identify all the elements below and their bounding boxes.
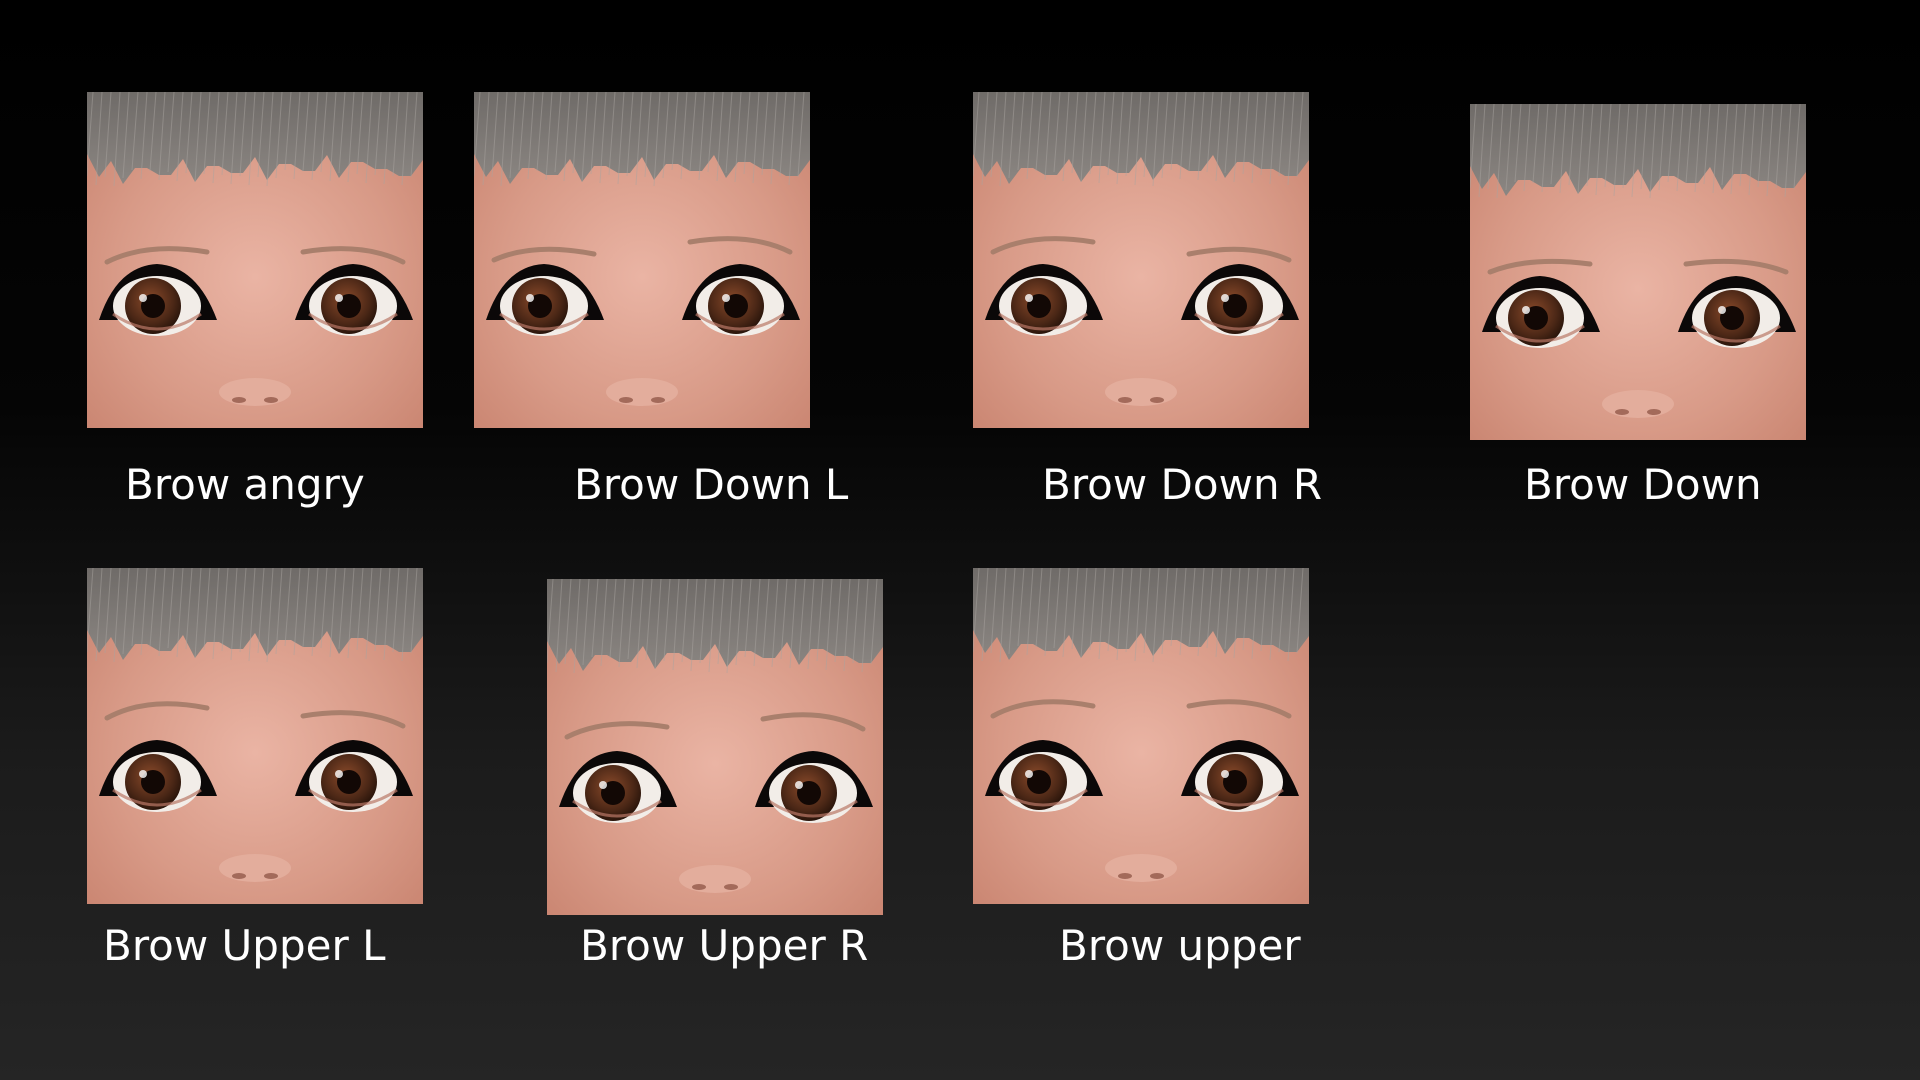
face-render <box>87 92 423 428</box>
nose <box>679 865 751 893</box>
nose <box>1602 390 1674 418</box>
face-render-brow-down <box>1470 104 1806 440</box>
face-render-brow-down-r <box>973 92 1309 428</box>
face-render <box>973 568 1309 904</box>
label-brow-down-r: Brow Down R <box>1042 460 1323 509</box>
face-render-brow-upper-l <box>87 568 423 904</box>
face-render <box>474 92 810 428</box>
label-brow-down-l: Brow Down L <box>574 460 849 509</box>
nose <box>219 378 291 406</box>
label-brow-upper: Brow upper <box>1059 921 1301 970</box>
face-render <box>547 579 883 915</box>
nose <box>606 378 678 406</box>
face-render-brow-angry <box>87 92 423 428</box>
label-brow-angry: Brow angry <box>125 460 365 509</box>
face-render-brow-upper-r <box>547 579 883 915</box>
label-brow-upper-r: Brow Upper R <box>580 921 869 970</box>
face-render-brow-down-l <box>474 92 810 428</box>
nose <box>1105 854 1177 882</box>
face-render <box>1470 104 1806 440</box>
nose <box>219 854 291 882</box>
face-render-brow-upper <box>973 568 1309 904</box>
nose <box>1105 378 1177 406</box>
label-brow-down: Brow Down <box>1524 460 1762 509</box>
face-render <box>87 568 423 904</box>
face-render <box>973 92 1309 428</box>
label-brow-upper-l: Brow Upper L <box>103 921 386 970</box>
